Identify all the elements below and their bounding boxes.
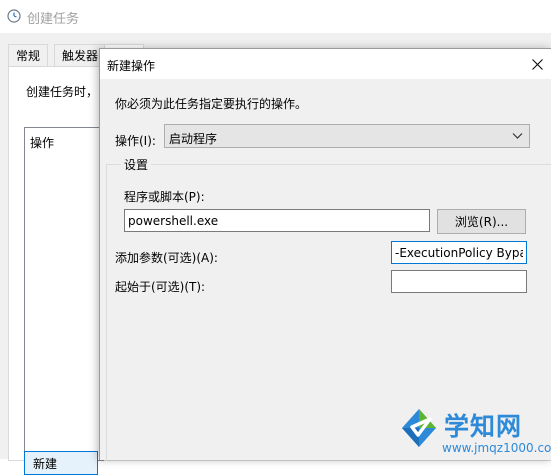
settings-legend: 设置 <box>121 156 152 173</box>
dialog-title: 新建操作 <box>107 59 156 73</box>
dialog-titlebar: 新建操作 <box>100 49 551 79</box>
parent-titlebar: 创建任务 <box>0 0 551 34</box>
program-label: 程序或脚本(P): <box>124 190 205 204</box>
watermark-name: 学知网 <box>444 412 523 441</box>
close-button[interactable] <box>522 49 551 79</box>
browse-button[interactable]: 浏览(R)... <box>437 209 526 234</box>
watermark-logo-icon <box>402 409 436 447</box>
watermark-url: www.jmqz1000.com <box>442 441 551 455</box>
task-scheduler-icon <box>7 9 21 23</box>
new-action-button[interactable]: 新建 <box>24 451 98 475</box>
action-select[interactable]: 启动程序 <box>164 124 530 148</box>
tab-general-label: 常规 <box>16 49 41 63</box>
actions-list-header: 操作 <box>30 136 55 150</box>
site-watermark: 学知网 www.jmqz1000.com <box>396 403 551 459</box>
actions-list[interactable]: 操作 <box>24 127 104 461</box>
new-action-dialog: 新建操作 你必须为此任务指定要执行的操作。 操作(I): 启动程序 设置 程序或… <box>99 48 551 461</box>
arguments-label: 添加参数(可选)(A): <box>115 251 218 265</box>
start-in-label: 起始于(可选)(T): <box>115 280 206 294</box>
tab-triggers-label: 触发器 <box>62 49 99 63</box>
close-icon <box>531 58 543 70</box>
arguments-input[interactable] <box>391 241 527 264</box>
tab-general[interactable]: 常规 <box>8 44 49 67</box>
action-label: 操作(I): <box>115 134 156 148</box>
parent-description: 创建任务时， <box>26 85 99 99</box>
action-select-value: 启动程序 <box>169 132 218 146</box>
program-input[interactable] <box>124 209 430 232</box>
chevron-down-icon <box>512 133 523 139</box>
start-in-input[interactable] <box>391 270 527 293</box>
instruction-text: 你必须为此任务指定要执行的操作。 <box>115 97 308 111</box>
parent-window-title: 创建任务 <box>27 12 80 27</box>
new-action-button-label: 新建 <box>33 457 58 471</box>
